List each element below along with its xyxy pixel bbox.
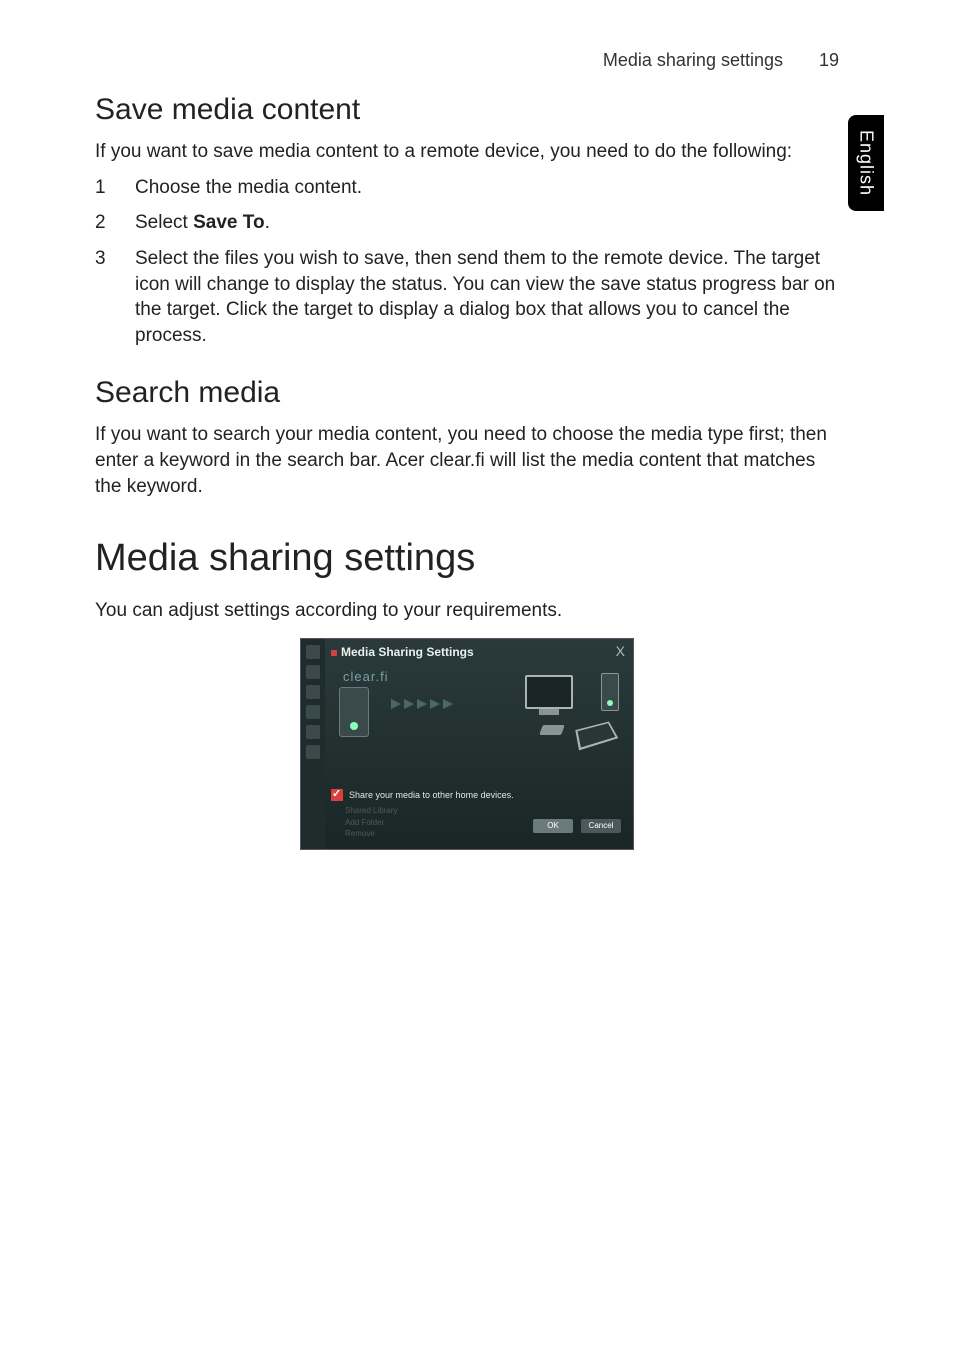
list-item: 2 Select Save To. (95, 210, 839, 236)
save-steps-list: 1 Choose the media content. 2 Select Sav… (95, 175, 839, 349)
thumb-icon (306, 745, 320, 759)
step-text-part: Select (135, 212, 193, 233)
media-sharing-dialog: Media Sharing Settings X clear.fi Share … (300, 638, 634, 850)
monitor-icon (525, 675, 573, 709)
list-item: 3 Select the files you wish to save, the… (95, 246, 839, 349)
search-media-body: If you want to search your media content… (95, 422, 839, 499)
screenshot-container: Media Sharing Settings X clear.fi Share … (95, 638, 839, 850)
tower-icon (601, 673, 619, 711)
media-sharing-settings-title: Media sharing settings (95, 537, 839, 580)
save-to-bold: Save To (193, 212, 264, 233)
step-text: Choose the media content. (135, 175, 839, 201)
thumb-icon (306, 705, 320, 719)
step-text: Select Save To. (135, 210, 839, 236)
language-label: English (856, 130, 877, 196)
thumb-icon (306, 665, 320, 679)
step-text: Select the files you wish to save, then … (135, 246, 839, 349)
page-number: 19 (811, 50, 839, 71)
search-media-title: Search media (95, 376, 839, 410)
language-tab: English (848, 115, 884, 211)
cancel-button[interactable]: Cancel (581, 819, 621, 833)
media-sharing-settings-body: You can adjust settings according to you… (95, 598, 839, 624)
save-media-title: Save media content (95, 93, 839, 127)
page-content: Media sharing settings 19 Save media con… (0, 0, 954, 910)
thumb-icon (306, 725, 320, 739)
thumb-icon (306, 685, 320, 699)
thumb-icon (306, 645, 320, 659)
share-checkbox-row[interactable]: Share your media to other home devices. (331, 789, 514, 801)
close-icon[interactable]: X (616, 643, 625, 659)
save-media-intro: If you want to save media content to a r… (95, 139, 839, 165)
checkbox-icon[interactable] (331, 789, 343, 801)
step-text-part: . (265, 212, 270, 233)
sidebar-strip (301, 639, 325, 849)
header-title: Media sharing settings (603, 50, 783, 71)
checkbox-label: Share your media to other home devices. (349, 790, 514, 800)
laptop-icon (575, 722, 618, 751)
page-header: Media sharing settings 19 (95, 50, 839, 71)
dim-options: Shared Library Add Folder Remove (345, 805, 397, 839)
keyboard-icon (539, 725, 565, 735)
step-number: 2 (95, 210, 135, 236)
list-item: 1 Choose the media content. (95, 175, 839, 201)
step-number: 1 (95, 175, 135, 201)
step-number: 3 (95, 246, 135, 349)
ok-button[interactable]: OK (533, 819, 573, 833)
dialog-title: Media Sharing Settings (331, 645, 474, 659)
clearfi-logo: clear.fi (343, 669, 389, 684)
dialog-title-text: Media Sharing Settings (341, 645, 474, 659)
title-dot-icon (331, 650, 337, 656)
pc-tower-icon (339, 687, 369, 737)
transfer-arrows-icon (391, 699, 453, 709)
